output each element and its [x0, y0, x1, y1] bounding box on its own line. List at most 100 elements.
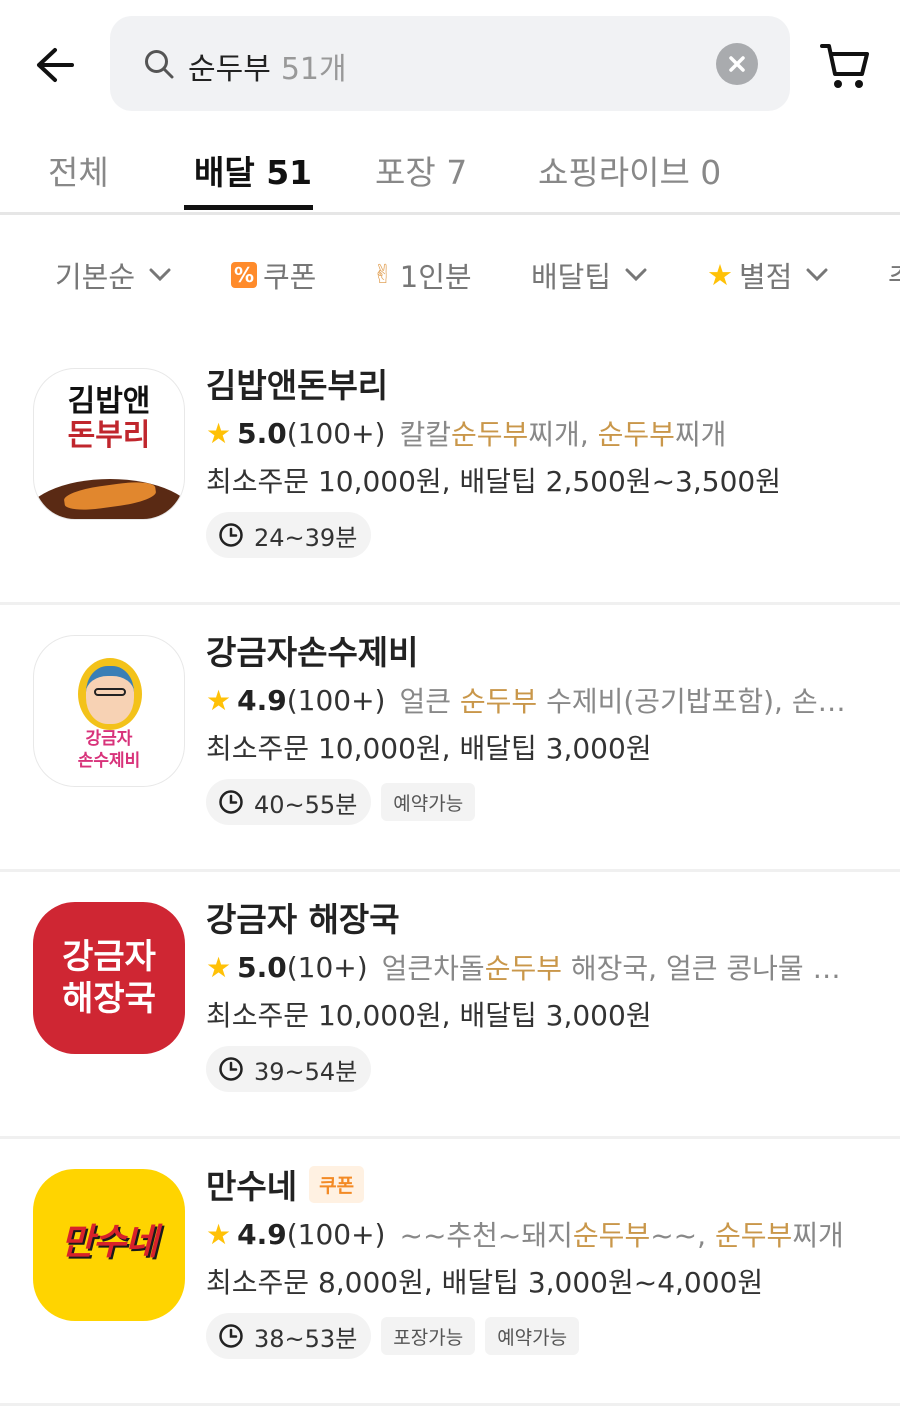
store-rating: ★ 4.9 (100+) ~~추천~돼지순두부~~, 순두부찌개	[206, 1215, 880, 1253]
store-logo-text: 김밥앤	[67, 384, 151, 419]
store-tags: 40~55분 예약가능	[206, 779, 880, 825]
takeout-tag: 포장가능	[381, 1317, 476, 1355]
star-icon: ★	[206, 950, 232, 984]
menu-preview: 얼큰차돌순두부 해장국, 얼큰 콩나물 순...	[382, 948, 852, 986]
delivery-time-badge: 40~55분	[206, 779, 372, 825]
store-info: 만수네 쿠폰 ★ 4.9 (100+) ~~추천~돼지순두부~~, 순두부찌개 …	[206, 1161, 880, 1359]
menu-preview: ~~추천~돼지순두부~~, 순두부찌개	[399, 1215, 843, 1253]
tab-takeout[interactable]: 포장 7	[375, 146, 467, 194]
cart-button[interactable]	[818, 38, 874, 94]
store-card[interactable]: 만수네 만수네 쿠폰 ★ 4.9 (100+) ~~추천~돼지순두부~~, 순두…	[0, 1136, 900, 1406]
store-logo: 강금자 해장국	[33, 902, 185, 1054]
filter-coupon-label: 쿠폰	[263, 260, 317, 294]
clock-icon	[219, 523, 243, 547]
store-name: 김밥앤돈부리	[206, 360, 880, 406]
menu-highlight: 순두부	[597, 418, 675, 451]
chevron-down-icon	[149, 268, 171, 282]
star-icon: ★	[206, 416, 232, 450]
menu-preview: 얼큰 순두부 수제비(공기밥포함), 손수...	[399, 681, 869, 719]
filter-single-serving[interactable]: ✌ 1인분	[372, 254, 472, 296]
store-rating: ★ 5.0 (100+) 칼칼순두부찌개, 순두부찌개	[206, 414, 880, 452]
store-name-text: 강금자 해장국	[206, 900, 400, 939]
filter-coupon[interactable]: % 쿠폰	[231, 254, 316, 296]
store-logo-text: 해장국	[62, 979, 156, 1019]
store-tags: 24~39분	[206, 512, 880, 558]
menu-highlight: 순두부	[484, 952, 562, 985]
tab-delivery[interactable]: 배달 51	[194, 146, 312, 194]
store-name: 강금자손수제비	[206, 627, 880, 673]
cart-icon	[820, 44, 869, 88]
filter-sort-label: 기본순	[55, 260, 136, 294]
store-fees: 최소주문 10,000원, 배달팁 3,000원	[206, 732, 652, 765]
review-count: (10+)	[286, 950, 368, 984]
search-input[interactable]: 순두부 51개	[110, 16, 790, 111]
tab-all[interactable]: 전체	[48, 146, 109, 194]
search-icon	[145, 50, 174, 79]
menu-highlight: 순두부	[714, 1219, 793, 1252]
clock-icon	[219, 1057, 243, 1081]
coupon-icon: %	[231, 262, 257, 288]
store-info: 김밥앤돈부리 ★ 5.0 (100+) 칼칼순두부찌개, 순두부찌개 최소주문 …	[206, 360, 880, 558]
close-icon	[729, 56, 745, 72]
store-fees: 최소주문 10,000원, 배달팁 2,500원~3,500원	[206, 465, 781, 498]
menu-text: 칼칼	[399, 418, 452, 451]
store-logo-text: 강금자	[62, 937, 156, 977]
rating-score: 5.0	[237, 416, 287, 450]
store-tags: 39~54분	[206, 1046, 880, 1092]
menu-highlight: 순두부	[572, 1219, 651, 1252]
store-name: 만수네 쿠폰	[206, 1161, 880, 1207]
review-count: (100+)	[286, 416, 386, 450]
clock-icon	[219, 1324, 243, 1348]
filter-rating[interactable]: ★ 별점	[707, 254, 828, 296]
store-logo-text: 손수제비	[77, 751, 141, 771]
rating-score: 4.9	[237, 683, 287, 717]
rating-score: 5.0	[237, 950, 287, 984]
delivery-time: 39~54분	[254, 1057, 358, 1086]
store-fees: 최소주문 8,000원, 배달팁 3,000원~4,000원	[206, 1266, 764, 1299]
menu-text: 찌개	[792, 1219, 844, 1252]
menu-text: 얼큰차돌	[381, 952, 485, 985]
chevron-down-icon	[806, 268, 828, 282]
delivery-time-badge: 24~39분	[206, 512, 372, 558]
store-rating: ★ 4.9 (100+) 얼큰 순두부 수제비(공기밥포함), 손수...	[206, 681, 880, 719]
filter-sort[interactable]: 기본순	[55, 254, 171, 296]
filter-bar: 기본순 % 쿠폰 ✌ 1인분 배달팁 ★ 별점 추	[0, 240, 900, 310]
filter-delivery-tip[interactable]: 배달팁	[531, 254, 647, 296]
filter-more-partial[interactable]: 추	[888, 254, 900, 296]
filter-rating-label: 별점	[739, 260, 793, 294]
store-name-text: 강금자손수제비	[206, 633, 419, 672]
filter-single-serving-label: 1인분	[399, 260, 472, 294]
delivery-time: 38~53분	[254, 1324, 358, 1353]
menu-text: 해장국, 얼큰 콩나물	[561, 952, 813, 985]
search-query-text: 순두부	[188, 52, 271, 87]
review-count: (100+)	[286, 1217, 386, 1251]
star-icon: ★	[206, 683, 232, 717]
menu-text: 얼큰	[399, 685, 460, 718]
coupon-badge: 쿠폰	[309, 1165, 365, 1203]
reservation-tag: 예약가능	[485, 1317, 580, 1355]
back-arrow-icon	[37, 48, 74, 82]
clear-search-button[interactable]	[716, 43, 758, 85]
store-name: 강금자 해장국	[206, 894, 880, 940]
filter-delivery-tip-label: 배달팁	[531, 260, 612, 294]
menu-preview: 칼칼순두부찌개, 순두부찌개	[399, 414, 726, 452]
store-rating: ★ 5.0 (10+) 얼큰차돌순두부 해장국, 얼큰 콩나물 순...	[206, 948, 880, 986]
store-logo: 김밥앤 돈부리	[33, 368, 185, 520]
search-result-count: 51개	[280, 52, 347, 87]
star-icon: ★	[206, 1217, 232, 1251]
hand-one-icon: ✌	[372, 260, 394, 290]
back-button[interactable]	[30, 40, 80, 90]
store-logo-text: 강금자	[85, 729, 133, 749]
menu-text: 찌개	[674, 418, 727, 451]
rating-score: 4.9	[237, 1217, 287, 1251]
active-tab-indicator	[184, 205, 313, 210]
tab-shopping-live[interactable]: 쇼핑라이브 0	[538, 146, 721, 194]
store-card[interactable]: 강금자 해장국 강금자 해장국 ★ 5.0 (10+) 얼큰차돌순두부 해장국,…	[0, 869, 900, 1139]
menu-text: ~~,	[650, 1219, 715, 1252]
store-card[interactable]: 김밥앤 돈부리 김밥앤돈부리 ★ 5.0 (100+) 칼칼순두부찌개, 순두부…	[0, 335, 900, 605]
review-count: (100+)	[286, 683, 386, 717]
star-icon: ★	[707, 258, 733, 292]
store-card[interactable]: 강금자 손수제비 강금자손수제비 ★ 4.9 (100+) 얼큰 순두부 수제비…	[0, 602, 900, 872]
store-info: 강금자손수제비 ★ 4.9 (100+) 얼큰 순두부 수제비(공기밥포함), …	[206, 627, 880, 825]
category-tabs: 전체 배달 51 포장 7 쇼핑라이브 0	[0, 128, 900, 215]
